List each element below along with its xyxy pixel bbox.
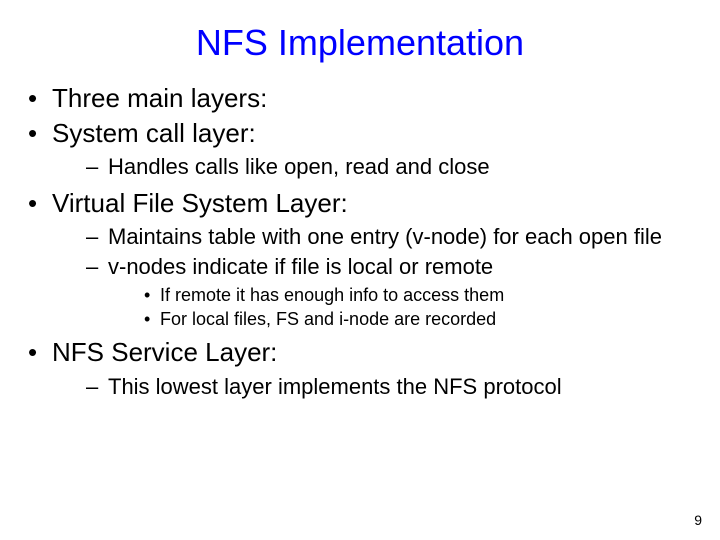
sub-bullet-item: This lowest layer implements the NFS pro… [86,373,702,401]
bullet-list: Three main layers: System call layer: Ha… [0,82,720,400]
page-number: 9 [694,512,702,528]
bullet-text: NFS Service Layer: [52,337,277,367]
sub-bullet-list: Handles calls like open, read and close [52,153,702,181]
slide: NFS Implementation Three main layers: Sy… [0,0,720,540]
sub-bullet-item: Maintains table with one entry (v-node) … [86,223,702,251]
sub-bullet-list: This lowest layer implements the NFS pro… [52,373,702,401]
sub-bullet-list: Maintains table with one entry (v-node) … [52,223,702,330]
subsub-bullet-item: For local files, FS and i-node are recor… [144,308,702,331]
sub-bullet-item: v-nodes indicate if file is local or rem… [86,253,702,331]
bullet-item: Virtual File System Layer: Maintains tab… [28,187,702,331]
subsub-bullet-list: If remote it has enough info to access t… [108,284,702,330]
bullet-item: System call layer: Handles calls like op… [28,117,702,181]
sub-bullet-text: v-nodes indicate if file is local or rem… [108,254,493,279]
slide-title: NFS Implementation [0,0,720,82]
bullet-item: Three main layers: [28,82,702,115]
sub-bullet-item: Handles calls like open, read and close [86,153,702,181]
subsub-bullet-item: If remote it has enough info to access t… [144,284,702,307]
bullet-item: NFS Service Layer: This lowest layer imp… [28,336,702,400]
bullet-text: System call layer: [52,118,256,148]
bullet-text: Virtual File System Layer: [52,188,348,218]
